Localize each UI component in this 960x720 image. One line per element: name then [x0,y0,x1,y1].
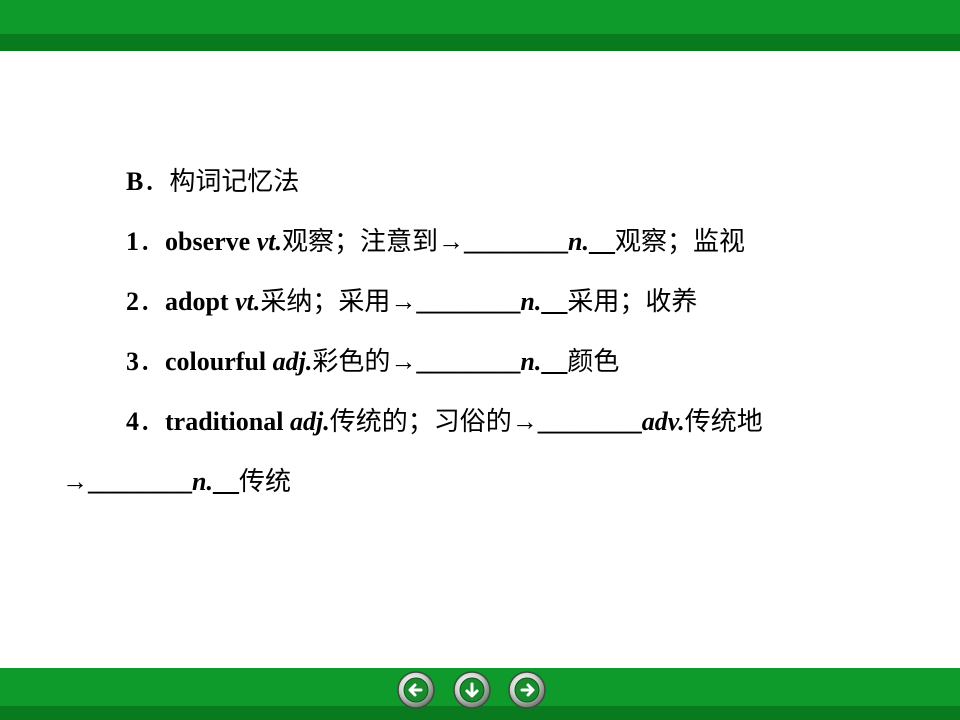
item-word: observe [165,227,251,256]
item-number: 1 [126,227,139,256]
item-pos: adj. [289,407,330,436]
item-number: 4 [126,407,139,436]
arrow-glyph: → [438,227,464,256]
answer-pos: n. [520,347,542,376]
answer-blank: ________ [416,347,521,376]
list-item-continuation: →________n.__传统 [62,465,291,499]
answer-blank: ________ [416,287,521,316]
section-heading: B．构词记忆法 [126,165,299,199]
answer-meaning: 传统 [238,467,291,496]
top-banner-dark [0,34,960,51]
next-button[interactable] [507,670,547,710]
arrow-left-icon [397,671,435,709]
item-sep: ． [139,407,166,436]
arrow-glyph: → [62,467,88,496]
item-meaning: 传统的；习俗的 [329,407,512,436]
top-banner [0,0,960,51]
item-number: 3 [126,347,139,376]
arrow-glyph: → [511,407,538,436]
top-banner-light [0,0,960,34]
answer-pos: n. [520,287,542,316]
home-button[interactable] [452,670,492,710]
arrow-down-icon [453,671,491,709]
answer-blank: ________ [88,467,192,496]
answer-meaning: 采用；收养 [567,287,698,316]
arrow-right-icon [508,671,546,709]
list-item: 3．colourful adj.彩色的→________n.__颜色 [126,345,619,379]
answer-meaning: 观察；监视 [614,227,745,256]
item-word: traditional [165,407,284,436]
item-pos: vt. [235,287,261,316]
list-item: 4．traditional adj.传统的；习俗的→________adv.传统… [126,405,763,439]
answer-underline: __ [541,347,568,376]
item-word: adopt [165,287,229,316]
item-pos: vt. [256,227,282,256]
answer-pos: adv. [641,407,685,436]
answer-underline: __ [541,287,568,316]
answer-underline: __ [212,467,239,496]
item-meaning: 采纳；采用 [260,287,391,316]
list-item: 1．observe vt.观察；注意到→________n.__观察；监视 [126,225,745,259]
heading-text: 构词记忆法 [169,167,300,196]
answer-meaning: 传统地 [684,407,763,436]
item-sep: ． [139,287,166,316]
heading-sep: ． [143,167,170,196]
answer-blank: ________ [464,227,568,256]
arrow-glyph: → [390,347,417,376]
item-meaning: 观察；注意到 [281,227,438,256]
arrow-glyph: → [390,287,417,316]
list-item: 2．adopt vt.采纳；采用→________n.__采用；收养 [126,285,697,319]
item-pos: adj. [272,347,313,376]
answer-blank: ________ [537,407,642,436]
heading-letter: B [126,167,144,196]
prev-button[interactable] [396,670,436,710]
item-word: colourful [165,347,267,376]
item-number: 2 [126,287,139,316]
answer-pos: n. [192,467,213,496]
item-sep: ． [139,227,166,256]
answer-meaning: 颜色 [567,347,620,376]
answer-underline: __ [588,227,615,256]
item-meaning: 彩色的 [312,347,391,376]
item-sep: ． [139,347,166,376]
answer-pos: n. [568,227,589,256]
